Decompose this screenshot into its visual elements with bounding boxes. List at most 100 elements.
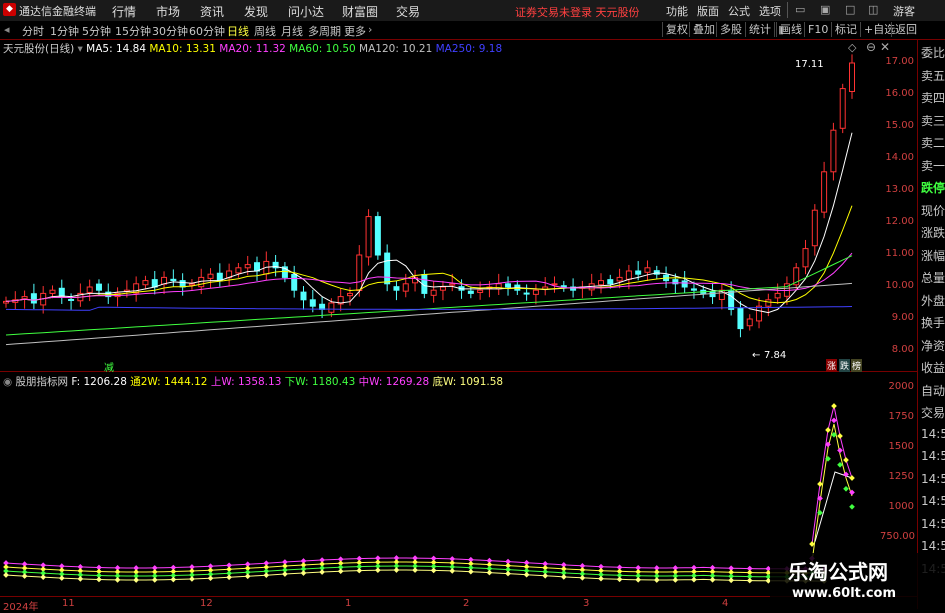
indicator-tick: 750.00 — [880, 531, 915, 542]
candle-body — [384, 252, 391, 285]
indicator-dot — [843, 485, 849, 492]
side-panel-label: 委比 — [921, 46, 945, 60]
tool-mark[interactable]: 标记 — [831, 22, 857, 37]
indicator-tick: 1000 — [888, 501, 914, 512]
menu-news[interactable]: 资讯 — [200, 3, 224, 20]
menu-wealth[interactable]: 财富圈 — [342, 3, 378, 20]
candle-body — [68, 298, 75, 301]
side-panel-label: 卖三 — [921, 113, 945, 128]
candle-body — [607, 279, 614, 285]
time-tick: 4 — [722, 598, 729, 609]
period-weekly[interactable]: 周线 — [254, 23, 276, 39]
menu-quotes[interactable]: 行情 — [112, 3, 136, 20]
separator — [787, 2, 788, 18]
period-daily[interactable]: 日线 — [227, 23, 249, 39]
tool-add-watch[interactable]: +自选 — [860, 22, 895, 37]
period-monthly[interactable]: 月线 — [281, 23, 303, 39]
tool-adjust[interactable]: 复权 — [662, 22, 688, 37]
price-tick: 8.00 — [891, 344, 914, 355]
candle-body — [291, 274, 298, 291]
side-panel-label: 14:56 — [921, 539, 945, 553]
period-1min[interactable]: 1分钟 — [50, 23, 79, 39]
period-60min[interactable]: 60分钟 — [189, 23, 225, 39]
period-30min[interactable]: 30分钟 — [152, 23, 188, 39]
candle-body — [839, 88, 846, 129]
indicator-dot — [837, 447, 843, 454]
period-15min[interactable]: 15分钟 — [115, 23, 151, 39]
indicator-tick: 1750 — [888, 411, 914, 422]
pane-divider — [0, 371, 917, 372]
side-panel-label: 涨跌 — [921, 226, 945, 240]
period-5min[interactable]: 5分钟 — [82, 23, 111, 39]
candle-body — [625, 270, 632, 280]
candlestick-chart[interactable] — [0, 40, 917, 370]
candle-body — [774, 292, 781, 299]
tool-back[interactable]: 返回 — [891, 22, 917, 37]
app-title: 通达信金融终端 — [19, 5, 96, 18]
indicator-tick: 1500 — [888, 441, 914, 452]
restore-icon[interactable]: ◫ — [868, 3, 878, 16]
minimize-icon[interactable]: ▭ — [795, 3, 805, 16]
menu-options[interactable]: 选项 — [759, 3, 781, 19]
login-warning[interactable]: 证券交易未登录 天元股份 — [515, 4, 640, 20]
guest-user[interactable]: 游客 — [893, 3, 915, 19]
candle-body — [644, 267, 651, 273]
tool-draw[interactable]: 画线 — [776, 22, 802, 37]
menu-market[interactable]: 市场 — [156, 3, 180, 20]
menu-formula[interactable]: 公式 — [728, 3, 750, 19]
badge-up[interactable]: 涨 — [826, 359, 838, 372]
side-panel-label: 14:56 — [921, 494, 945, 508]
price-tick: 11.00 — [885, 248, 914, 259]
maximize-icon[interactable]: □ — [845, 3, 855, 16]
side-panel-label: 14:56 — [921, 426, 945, 441]
side-panel-label: 14:56 — [921, 449, 945, 463]
tool-stats[interactable]: 统计 — [745, 22, 771, 37]
window-icon[interactable]: ▣ — [820, 3, 830, 16]
side-panel-label: 14:56 — [921, 471, 945, 486]
period-intraday[interactable]: 分时 — [22, 23, 44, 39]
menu-function[interactable]: 功能 — [666, 3, 688, 19]
period-multi[interactable]: 多周期 — [308, 23, 341, 39]
candle-body — [467, 290, 474, 294]
candle-body — [244, 264, 251, 269]
price-tick: 13.00 — [885, 184, 914, 195]
arrow-left-icon: ← — [752, 350, 761, 361]
candle-body — [811, 209, 818, 247]
candle-body — [597, 280, 604, 286]
quote-side-panel: 委比卖五卖四卖三卖二卖一跌停现价涨跌涨幅总量外盘换手净资收益自动交易 14:56 1… — [917, 40, 945, 609]
candle-body — [356, 254, 363, 292]
price-tick: 9.00 — [891, 312, 914, 323]
menu-ask[interactable]: 问小达 — [288, 3, 324, 20]
side-panel-label: 自动 — [921, 383, 945, 398]
candle-body — [849, 62, 855, 92]
candle-body — [328, 302, 335, 313]
candle-body — [21, 296, 28, 300]
menu-discover[interactable]: 发现 — [244, 3, 268, 20]
side-panel-label: 涨幅 — [921, 248, 945, 263]
tool-overlay[interactable]: 叠加 — [689, 22, 715, 37]
candle-body — [477, 289, 484, 293]
candle-body — [681, 280, 688, 288]
candle-body — [439, 286, 446, 291]
badge-rank[interactable]: 榜 — [851, 359, 863, 372]
candle-body — [49, 289, 56, 294]
candle-body — [635, 270, 642, 275]
candle-body — [821, 171, 828, 213]
period-more[interactable]: 更多 — [344, 23, 366, 39]
time-tick: 2 — [463, 598, 470, 609]
candle-body — [179, 280, 186, 288]
candle-body — [505, 283, 512, 288]
badge-down[interactable]: 跌 — [839, 359, 851, 372]
period-arrow-icon[interactable]: ◂ — [4, 23, 10, 36]
menu-trade[interactable]: 交易 — [396, 3, 420, 20]
menu-layout[interactable]: 版面 — [697, 3, 719, 19]
chevron-right-icon[interactable]: › — [368, 23, 372, 36]
watermark-title: 乐淘公式网 — [788, 560, 888, 584]
price-tick: 15.00 — [885, 120, 914, 131]
menu-bar: ◆ 通达信金融终端 行情 市场 资讯 发现 问小达 财富圈 交易 证券交易未登录… — [0, 0, 945, 22]
time-tick: 11 — [62, 598, 75, 609]
indicator-dot — [831, 403, 837, 409]
candle-body — [551, 283, 558, 286]
tool-f10[interactable]: F10 — [804, 22, 828, 37]
tool-multi-stock[interactable]: 多股 — [716, 22, 742, 37]
